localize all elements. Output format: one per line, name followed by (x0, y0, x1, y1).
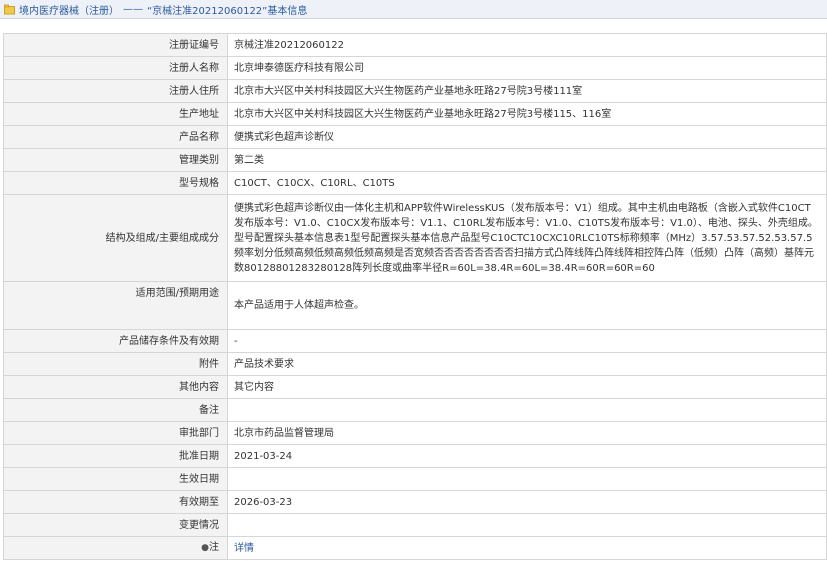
page-title: “京械注准20212060122”基本信息 (147, 5, 308, 17)
row-label: 型号规格 (3, 171, 228, 195)
table-row: 附件 产品技术要求 (3, 352, 827, 376)
row-label: 结构及组成/主要组成成分 (3, 194, 228, 282)
row-label: 生产地址 (3, 102, 228, 126)
row-value: 详情 (227, 536, 827, 560)
row-value: 其它内容 (227, 375, 827, 399)
row-value: 北京市大兴区中关村科技园区大兴生物医药产业基地永旺路27号院3号楼111室 (227, 79, 827, 103)
row-label: 产品名称 (3, 125, 228, 149)
row-value: 便携式彩色超声诊断仪由一体化主机和APP软件WirelessKUS（发布版本号：… (227, 194, 827, 282)
breadcrumb-separator: —— (123, 3, 143, 15)
table-row: 注册人住所 北京市大兴区中关村科技园区大兴生物医药产业基地永旺路27号院3号楼1… (3, 79, 827, 103)
table-row: 适用范围/预期用途 本产品适用于人体超声检查。 (3, 281, 827, 330)
row-label: 注 (209, 542, 219, 553)
row-label: 其他内容 (3, 375, 228, 399)
table-row: 生产地址 北京市大兴区中关村科技园区大兴生物医药产业基地永旺路27号院3号楼11… (3, 102, 827, 126)
breadcrumb: 境内医疗器械（注册） —— “京械注准20212060122”基本信息 (0, 0, 827, 19)
detail-table: 注册证编号 京械注准20212060122 注册人名称 北京坤泰德医疗科技有限公… (3, 33, 827, 560)
row-value: 北京坤泰德医疗科技有限公司 (227, 56, 827, 80)
row-value: 本产品适用于人体超声检查。 (227, 281, 827, 330)
table-row: 生效日期 (3, 467, 827, 491)
table-row: ●注 详情 (3, 536, 827, 560)
row-label: 有效期至 (3, 490, 228, 514)
row-value: 京械注准20212060122 (227, 33, 827, 57)
row-value: 2026-03-23 (227, 490, 827, 514)
row-label: 注册证编号 (3, 33, 228, 57)
row-value: 第二类 (227, 148, 827, 172)
row-value: 北京市药品监督管理局 (227, 421, 827, 445)
table-row: 注册人名称 北京坤泰德医疗科技有限公司 (3, 56, 827, 80)
row-value (227, 398, 827, 422)
table-row: 备注 (3, 398, 827, 422)
row-label: 变更情况 (3, 513, 228, 537)
table-row: 管理类别 第二类 (3, 148, 827, 172)
row-value (227, 513, 827, 537)
row-label: 产品储存条件及有效期 (3, 329, 228, 353)
table-row: 变更情况 (3, 513, 827, 537)
row-value: C10CT、C10CX、C10RL、C10TS (227, 171, 827, 195)
table-row: 产品名称 便携式彩色超声诊断仪 (3, 125, 827, 149)
table-row: 其他内容 其它内容 (3, 375, 827, 399)
row-value (227, 467, 827, 491)
table-row: 审批部门 北京市药品监督管理局 (3, 421, 827, 445)
row-value: - (227, 329, 827, 353)
row-value: 北京市大兴区中关村科技园区大兴生物医药产业基地永旺路27号院3号楼115、116… (227, 102, 827, 126)
details-link[interactable]: 详情 (234, 543, 254, 554)
row-label: 审批部门 (3, 421, 228, 445)
table-row: 批准日期 2021-03-24 (3, 444, 827, 468)
table-row: 结构及组成/主要组成成分 便携式彩色超声诊断仪由一体化主机和APP软件Wirel… (3, 194, 827, 282)
row-label: 注册人名称 (3, 56, 228, 80)
row-label: 注册人住所 (3, 79, 228, 103)
folder-icon (4, 4, 15, 14)
row-label: 管理类别 (3, 148, 228, 172)
note-label: ●注 (3, 536, 228, 560)
row-value: 2021-03-24 (227, 444, 827, 468)
table-row: 注册证编号 京械注准20212060122 (3, 33, 827, 57)
row-value: 便携式彩色超声诊断仪 (227, 125, 827, 149)
row-label: 批准日期 (3, 444, 228, 468)
row-value: 产品技术要求 (227, 352, 827, 376)
breadcrumb-section-link[interactable]: 境内医疗器械（注册） (19, 2, 119, 17)
table-row: 产品储存条件及有效期 - (3, 329, 827, 353)
row-label: 生效日期 (3, 467, 228, 491)
table-row: 有效期至 2026-03-23 (3, 490, 827, 514)
row-label: 附件 (3, 352, 228, 376)
table-row: 型号规格 C10CT、C10CX、C10RL、C10TS (3, 171, 827, 195)
row-label: 备注 (3, 398, 228, 422)
row-label: 适用范围/预期用途 (3, 281, 228, 330)
pin-icon: ● (201, 543, 209, 553)
